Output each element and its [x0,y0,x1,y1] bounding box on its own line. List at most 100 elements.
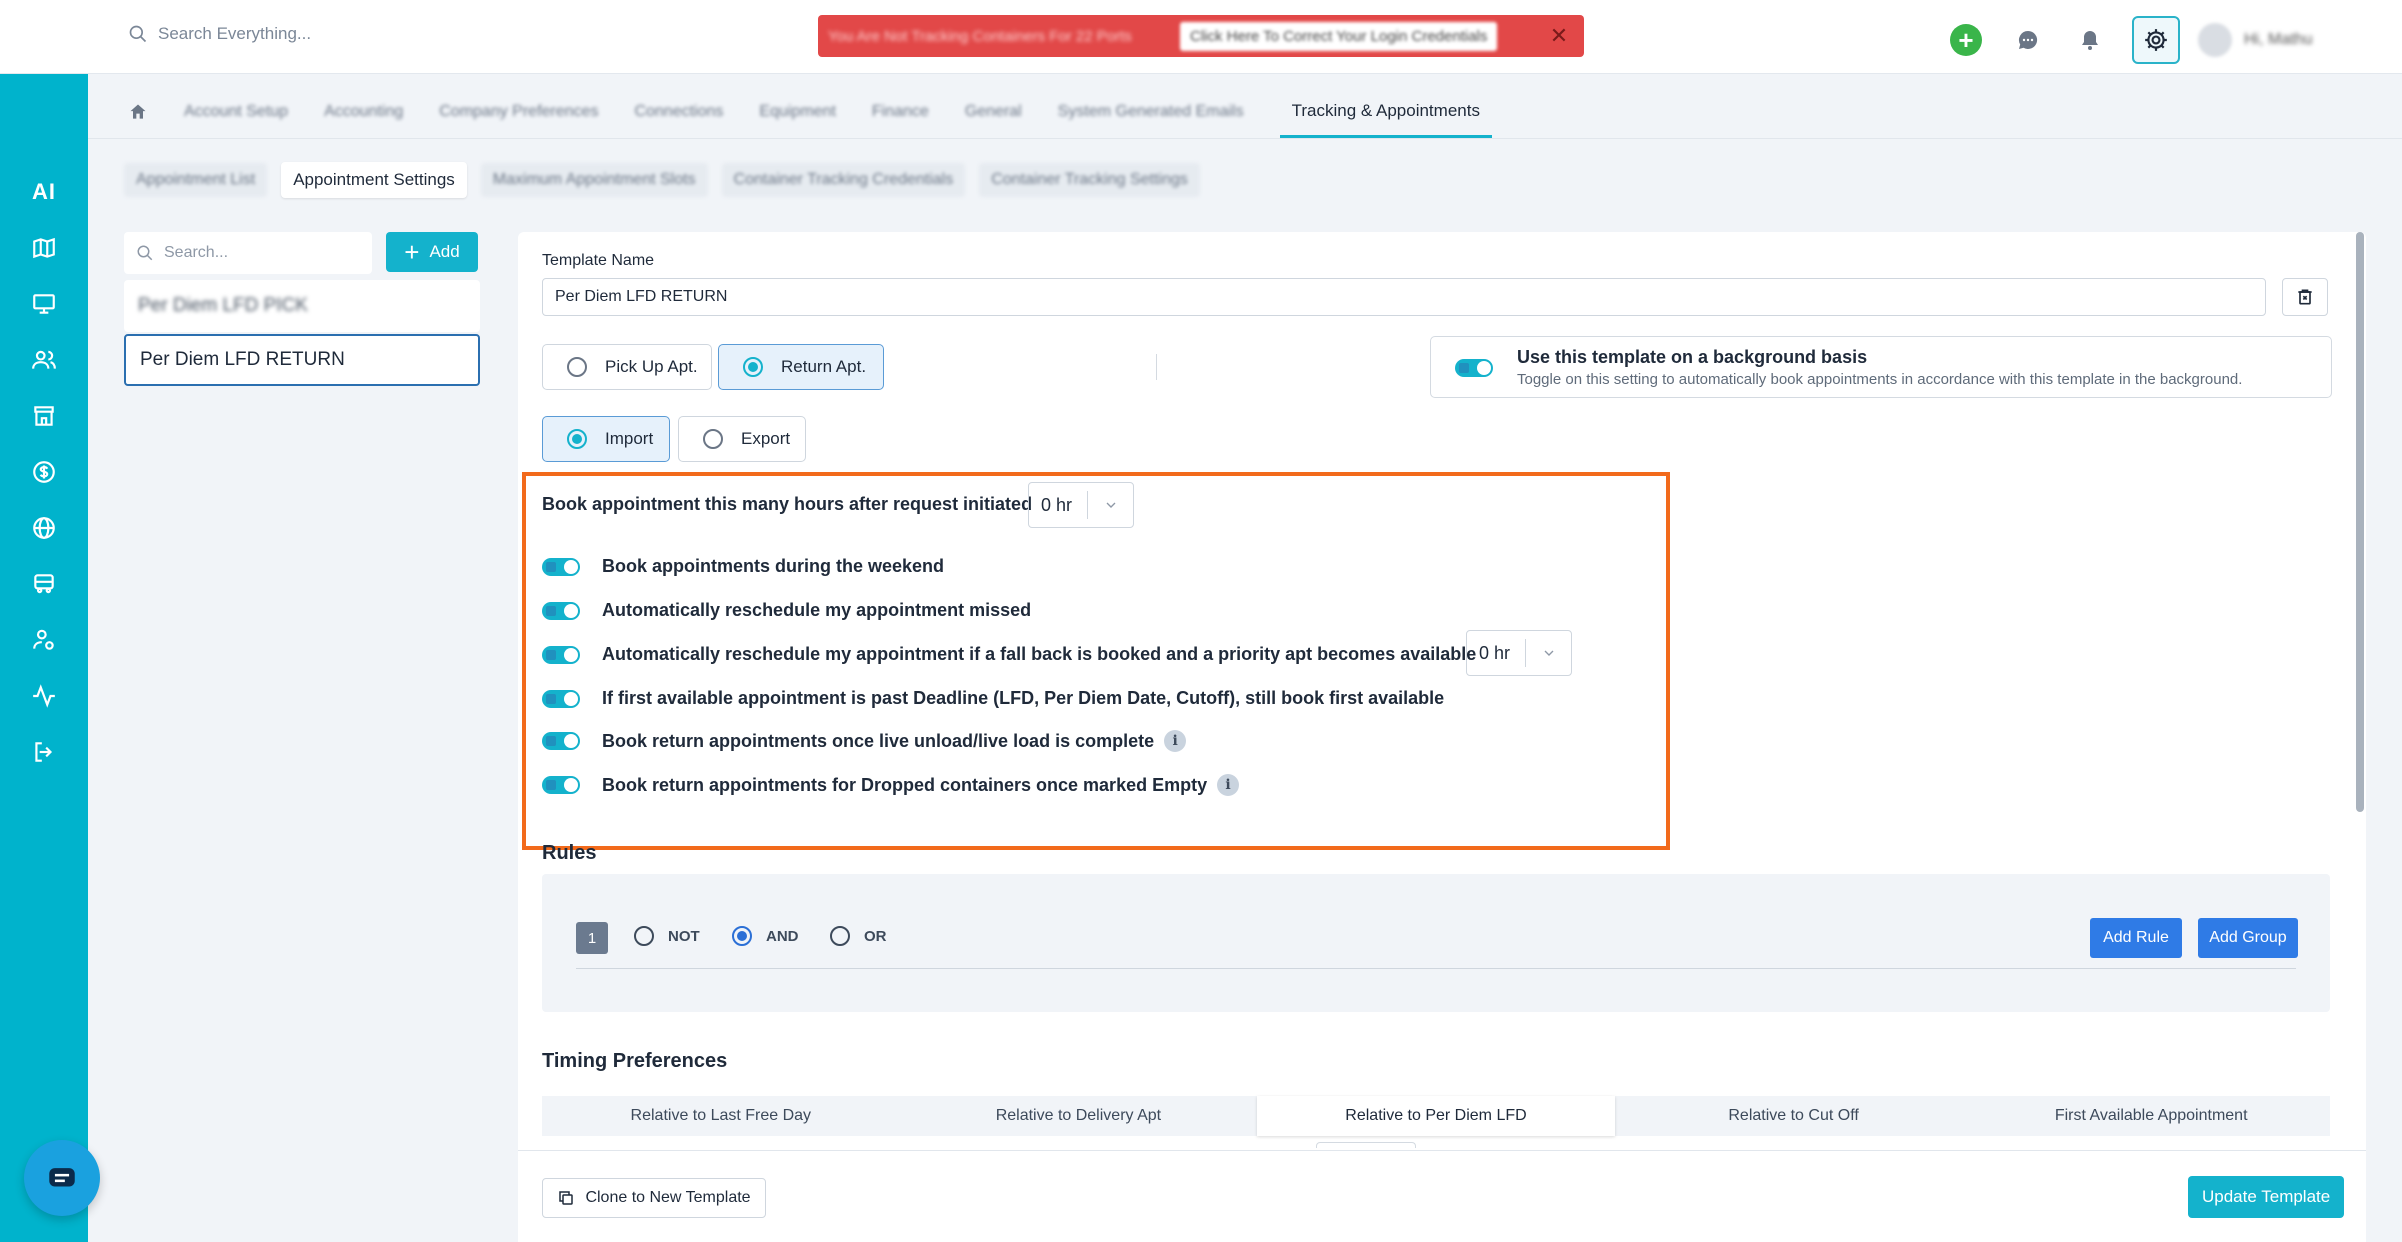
tab-accounting[interactable]: Accounting [324,86,403,138]
top-actions: + Hi, Mathu [1946,16,2312,64]
template-item-return[interactable]: Per Diem LFD RETURN [124,334,480,386]
tab-equipment[interactable]: Equipment [759,86,836,138]
sidebar-item-logout[interactable] [22,730,66,774]
tab-relative-per-diem-lfd[interactable]: Relative to Per Diem LFD [1257,1096,1615,1136]
users-icon [32,350,56,369]
dropped-empty-toggle[interactable] [542,776,580,794]
sidebar-item-global[interactable] [22,506,66,550]
map-icon [33,237,55,259]
clone-template-button[interactable]: Clone to New Template [542,1178,766,1218]
tab-appointment-settings[interactable]: Appointment Settings [281,162,467,198]
quick-add-button[interactable]: + [1946,20,1986,60]
priority-select-value: 0 hr [1479,642,1511,663]
sidebar-item-billing[interactable] [22,450,66,494]
update-template-button[interactable]: Update Template [2188,1176,2345,1218]
radio-circle [634,926,654,946]
export-radio[interactable]: Export [678,416,806,462]
import-radio[interactable]: Import [542,416,670,462]
sidebar-item-fleet[interactable] [22,562,66,606]
option-live-unload: Book return appointments once live unloa… [542,730,1187,752]
global-search[interactable]: Search Everything... [128,24,311,44]
clone-template-label: Clone to New Template [585,1189,751,1206]
rule-operator-label: NOT [668,927,700,945]
background-basis-title: Use this template on a background basis [1517,347,1868,367]
weekend-toggle[interactable] [542,557,580,576]
reschedule-priority-select[interactable]: 0 hr [1466,630,1572,676]
tab-home[interactable] [128,86,148,138]
settings-button[interactable] [2132,16,2180,64]
global-search-placeholder: Search Everything... [158,24,312,43]
radio-circle [567,357,587,377]
user-gear-icon [33,629,54,650]
live-unload-toggle[interactable] [542,732,580,750]
search-icon [129,25,147,43]
template-name-input[interactable]: Per Diem LFD RETURN [542,278,2266,316]
tab-appointment-list[interactable]: Appointment List [124,163,268,197]
tab-maximum-slots[interactable]: Maximum Appointment Slots [480,163,708,197]
sidebar-item-user-settings[interactable] [22,618,66,662]
return-apt-radio[interactable]: Return Apt. [718,344,884,390]
template-item-pick[interactable]: Per Diem LFD PICK [124,280,480,332]
chat-icon [2018,30,2038,49]
add-rule-button[interactable]: Add Rule [2090,918,2182,958]
sidebar-item-reports[interactable] [22,674,66,718]
tabs-divider [88,138,2402,139]
option-past-deadline: If first available appointment is past D… [542,688,1444,709]
tab-company-preferences[interactable]: Company Preferences [439,86,598,138]
rule-operator-or[interactable]: OR [830,926,887,946]
tab-system-emails[interactable]: System Generated Emails [1058,86,1244,138]
add-template-button[interactable]: + Add [386,232,478,272]
live-unload-label: Book return appointments once live unloa… [602,730,1155,751]
trash-icon [2298,289,2312,305]
sidebar-item-dispatch[interactable] [22,282,66,326]
tab-relative-cut-off[interactable]: Relative to Cut Off [1615,1096,1973,1136]
tab-tracking-credentials[interactable]: Container Tracking Credentials [721,163,966,197]
sidebar-item-customers[interactable] [22,338,66,382]
reschedule-missed-toggle[interactable] [542,601,580,620]
tab-relative-last-free-day[interactable]: Relative to Last Free Day [542,1096,900,1136]
pickup-apt-radio[interactable]: Pick Up Apt. [542,344,712,390]
past-deadline-label: If first available appointment is past D… [602,688,1445,708]
tab-connections[interactable]: Connections [634,86,723,138]
messages-button[interactable] [2008,20,2048,60]
sidebar-item-ai[interactable]: AI [22,170,66,214]
rule-group-number: 1 [576,922,608,954]
rule-operator-not[interactable]: NOT [634,926,700,946]
template-item-label: Per Diem LFD RETURN [140,349,345,370]
alert-text: You Are Not Tracking Containers For 22 P… [828,27,1132,45]
info-icon[interactable]: i [1164,730,1187,752]
rule-operator-and[interactable]: AND [732,926,799,946]
past-deadline-toggle[interactable] [542,689,580,708]
tab-general[interactable]: General [965,86,1022,138]
dollar-icon [33,461,55,483]
pickup-apt-label: Pick Up Apt. [605,357,698,376]
sidebar-item-map[interactable] [22,226,66,270]
tab-account-setup[interactable]: Account Setup [184,86,288,138]
background-basis-toggle[interactable] [1455,359,1493,377]
tab-finance[interactable]: Finance [872,86,929,138]
reschedule-priority-toggle[interactable] [542,645,580,664]
globe-icon [33,517,55,539]
hours-after-request-select[interactable]: 0 hr [1028,482,1134,528]
tab-tracking-appointments[interactable]: Tracking & Appointments [1279,86,1492,138]
add-group-button[interactable]: Add Group [2198,918,2298,958]
notifications-button[interactable] [2070,20,2110,60]
panel-scrollbar[interactable] [2356,232,2364,812]
user-menu[interactable]: Hi, Mathu [2244,31,2312,49]
support-chat-button[interactable] [24,1140,100,1216]
weekend-label: Book appointments during the weekend [602,556,945,576]
template-search-input[interactable]: Search... [124,232,372,274]
avatar[interactable] [2198,23,2232,57]
tab-first-available[interactable]: First Available Appointment [1972,1096,2330,1136]
tab-tracking-settings[interactable]: Container Tracking Settings [979,163,1200,197]
delete-template-button[interactable] [2282,278,2328,316]
tab-relative-delivery-apt[interactable]: Relative to Delivery Apt [900,1096,1258,1136]
info-icon[interactable]: i [1217,774,1240,796]
sidebar-item-store[interactable] [22,394,66,438]
plus-icon: + [404,237,420,267]
radio-circle [830,926,850,946]
alert-fix-credentials-button[interactable]: Click Here To Correct Your Login Credent… [1180,21,1498,51]
hours-select-value: 0 hr [1041,494,1073,515]
rule-operator-label: OR [864,927,887,945]
alert-close-icon[interactable]: ✕ [1548,25,1570,47]
